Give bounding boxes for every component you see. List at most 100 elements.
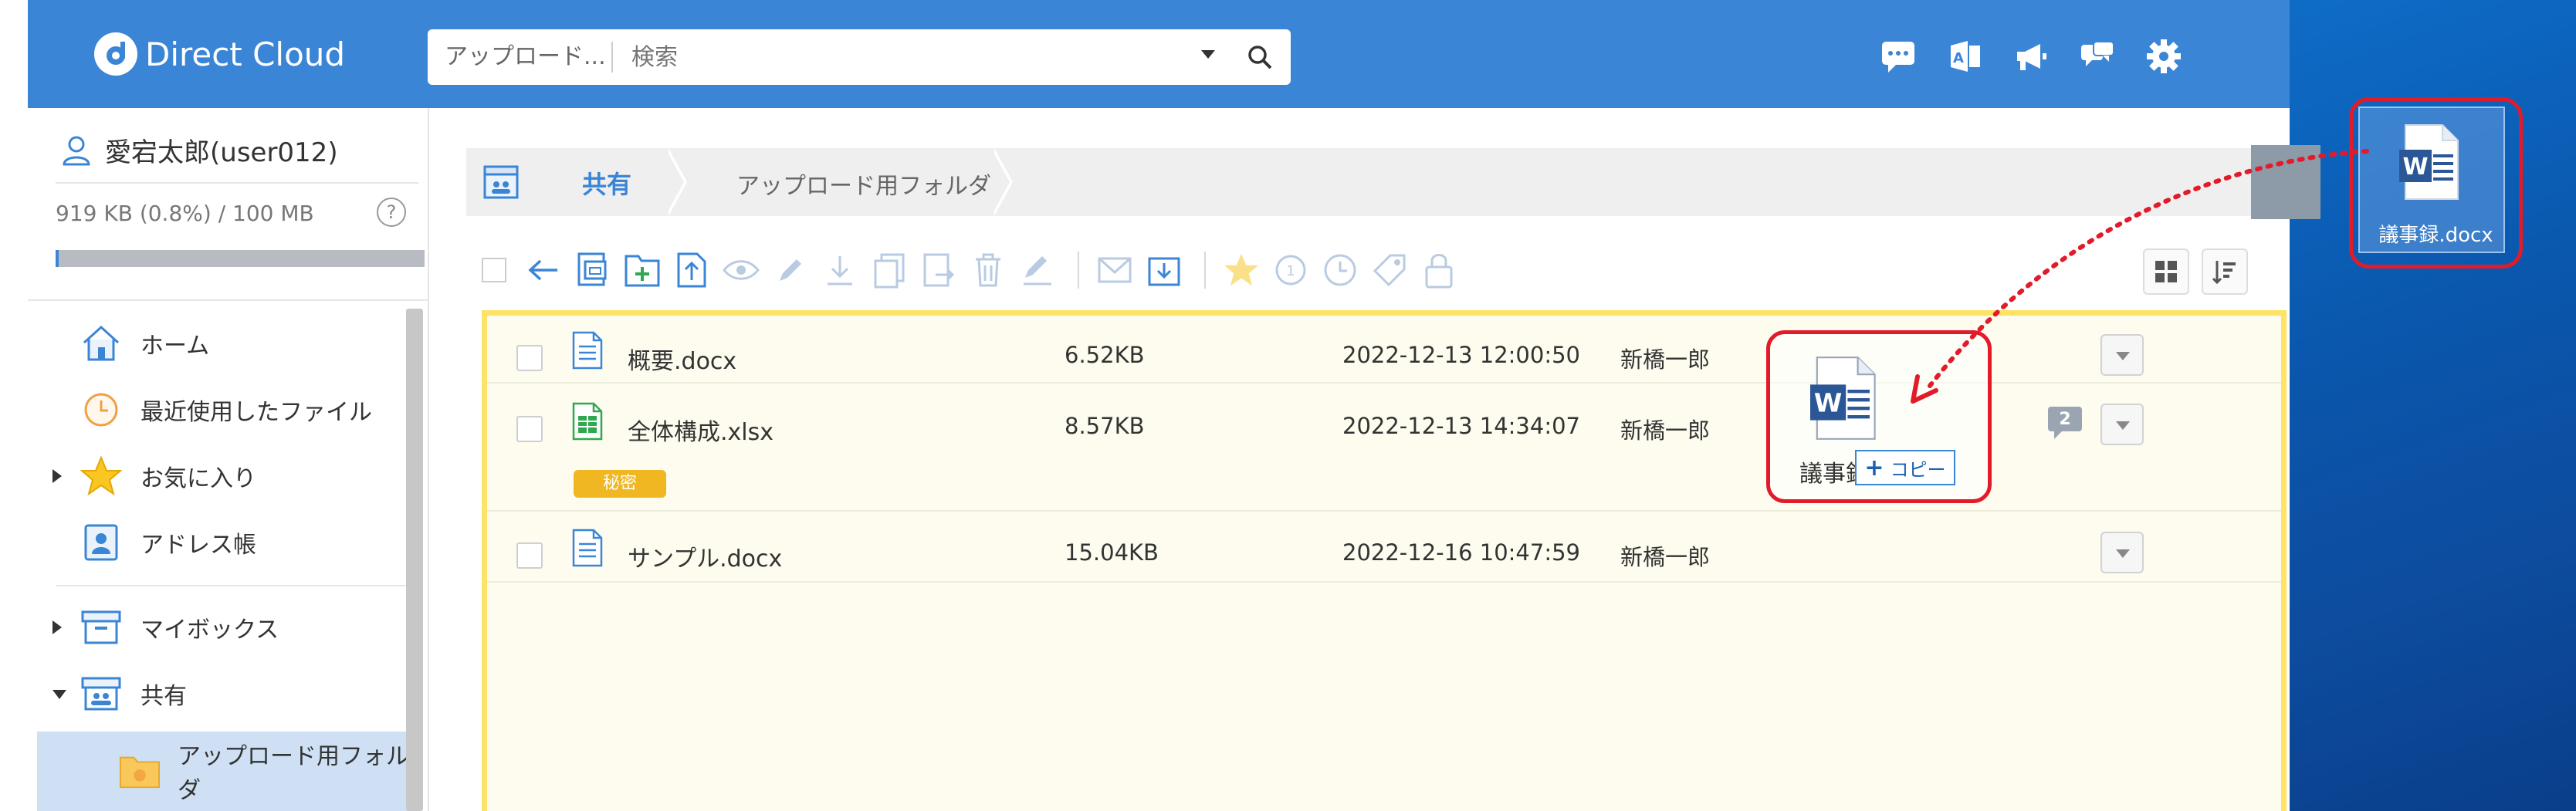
share-link-icon[interactable] [1146,248,1183,292]
thumbnail-view-button[interactable] [2143,248,2189,295]
expand-arrow-icon[interactable] [52,620,62,634]
box-icon [80,607,122,648]
file-toolbar: 1 [476,239,1470,301]
breadcrumb: 共有 アップロード用フォルダ [466,145,2320,219]
row-menu-button[interactable] [2100,404,2144,445]
logo[interactable]: Direct Cloud [94,32,345,76]
new-folder-icon[interactable] [624,248,661,292]
file-name[interactable]: サンプル.docx [628,539,782,573]
search-box: アップロード... [428,29,1291,85]
download-icon[interactable] [821,248,858,292]
sidebar-item-home[interactable]: ホーム [28,316,414,370]
desktop-file-icon[interactable]: W 議事録.docx [2349,97,2523,269]
quota-text: 919 KB (0.8%) / 100 MB [56,201,314,226]
row-menu-button[interactable] [2100,532,2144,573]
top-header: Direct Cloud アップロード... A [28,0,2290,108]
cloud-logo-icon [94,32,137,76]
copy-icon[interactable] [871,248,908,292]
sidebar-item-label: 最近使用したファイル [140,399,372,426]
search-input[interactable] [613,43,1169,71]
word-document-icon: W [1810,357,1876,440]
sort-icon [2212,261,2236,284]
sidebar-item-address-book[interactable]: アドレス帳 [28,515,414,569]
collapse-arrow-icon[interactable] [52,690,66,699]
history-clock-icon[interactable] [1322,248,1359,292]
office-app-icon[interactable]: A [1947,39,1982,74]
divider [28,299,429,301]
header-icons: A [1880,39,2182,74]
sidebar-item-recent[interactable]: 最近使用したファイル [28,383,414,437]
panel-toggle-button[interactable] [2251,145,2320,219]
svg-text:W: W [2402,154,2428,181]
trash-icon[interactable] [970,248,1007,292]
mail-icon[interactable] [1096,248,1133,292]
sort-button[interactable] [2202,248,2248,295]
support-chat-icon[interactable] [2080,39,2115,74]
tag-icon[interactable] [1371,248,1408,292]
search-scope-select[interactable]: アップロード... [428,42,613,73]
svg-text:W: W [1814,388,1842,418]
breadcrumb-current[interactable]: アップロード用フォルダ [736,167,991,201]
breadcrumb-separator [991,148,1010,216]
file-size: 15.04KB [1065,539,1159,566]
row-checkbox[interactable] [516,542,543,569]
file-date: 2022-12-13 12:00:50 [1342,342,1580,368]
svg-text:A: A [1953,50,1964,66]
version-icon[interactable]: 1 [1272,248,1309,292]
sidebar-item-label: ホーム [140,333,210,360]
back-arrow-icon[interactable] [525,248,562,292]
user-info[interactable]: 愛宕太郎(user012) [62,131,338,169]
table-row[interactable]: サンプル.docx 15.04KB 2022-12-16 10:47:59 新橋… [487,513,2281,583]
sidebar-item-label: アップロード用フォルダ [178,743,409,804]
file-owner: 新橋一郎 [1620,544,1711,570]
drag-ghost: W 議事録.docx +コピー [1766,330,1992,503]
eye-icon[interactable] [723,248,760,292]
gear-icon[interactable] [2146,39,2182,74]
sidebar-scrollbar[interactable] [406,309,423,811]
row-menu-button[interactable] [2100,334,2144,376]
chat-icon[interactable] [1880,39,1916,74]
file-name[interactable]: 全体構成.xlsx [628,413,773,447]
help-icon[interactable]: ? [377,198,406,227]
quota-bar-fill [56,250,59,267]
lock-icon[interactable] [1420,248,1457,292]
expand-arrow-icon[interactable] [52,469,62,483]
chevron-down-icon[interactable] [1201,50,1215,59]
shared-box-icon [80,673,122,715]
file-list-drop-zone[interactable]: 概要.docx 6.52KB 2022-12-13 12:00:50 新橋一郎 … [482,310,2287,811]
home-icon [80,323,122,364]
table-row[interactable]: 全体構成.xlsx 8.57KB 2022-12-13 14:34:07 新橋一… [487,385,2281,512]
file-owner: 新橋一郎 [1620,346,1711,373]
desktop-file-label: 議事録.docx [2378,224,2493,247]
table-row[interactable]: 概要.docx 6.52KB 2022-12-13 12:00:50 新橋一郎 [487,316,2281,384]
move-icon[interactable] [920,248,957,292]
new-file-icon[interactable] [574,248,611,292]
search-icon[interactable] [1246,43,1274,71]
row-checkbox[interactable] [516,345,543,371]
breadcrumb-root[interactable]: 共有 [582,165,631,201]
file-date: 2022-12-16 10:47:59 [1342,539,1580,566]
row-checkbox[interactable] [516,416,543,442]
word-file-icon [572,529,603,567]
pencil-icon[interactable] [772,248,809,292]
upload-icon[interactable] [673,248,710,292]
sidebar-item-shared[interactable]: 共有 [28,667,414,721]
favorite-star-icon[interactable] [1223,248,1260,292]
shared-box-icon[interactable] [483,165,519,199]
sidebar-item-label: マイボックス [140,617,279,644]
clock-icon [80,389,122,431]
sidebar-item-upload-folder[interactable]: アップロード用フォルダ [28,743,414,804]
megaphone-icon[interactable] [2013,39,2049,74]
select-all-checkbox[interactable] [476,248,513,292]
sidebar-item-mybox[interactable]: マイボックス [28,600,414,654]
rename-icon[interactable] [1019,248,1056,292]
sidebar-item-favorites[interactable]: お気に入り [28,449,414,503]
user-icon [63,136,90,165]
word-file-icon [572,331,603,370]
folder-icon [119,750,161,792]
excel-file-icon [572,402,603,441]
star-icon [80,455,122,497]
divider [56,182,418,184]
comment-icon[interactable]: 2 [2046,405,2083,439]
file-name[interactable]: 概要.docx [628,342,736,376]
